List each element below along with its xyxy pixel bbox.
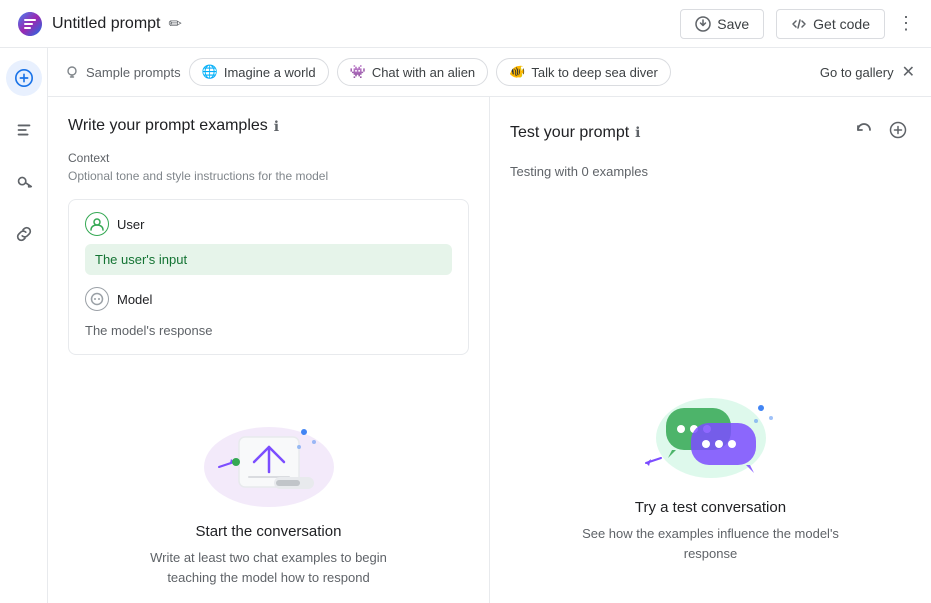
- right-panel-title-text: Test your prompt: [510, 124, 629, 142]
- right-panel-info-icon[interactable]: ℹ: [635, 124, 640, 141]
- go-to-gallery[interactable]: Go to gallery ✕: [820, 62, 915, 82]
- user-role-icon: [85, 212, 109, 236]
- chip-imagine-icon: 🌐: [202, 64, 218, 80]
- main-content: Sample prompts 🌐 Imagine a world 👾 Chat …: [48, 48, 931, 603]
- right-illustration: Try a test conversation See how the exam…: [510, 343, 911, 583]
- save-icon: [695, 16, 711, 32]
- chip-chat-alien[interactable]: 👾 Chat with an alien: [337, 58, 489, 86]
- add-circle-icon: [14, 68, 34, 88]
- left-panel-title: Write your prompt examples ℹ: [68, 117, 469, 135]
- link-icon: [14, 224, 34, 244]
- chip-alien-icon: 👾: [350, 64, 366, 80]
- chip-imagine-label: Imagine a world: [224, 65, 316, 80]
- code-icon: [791, 16, 807, 32]
- history-icon: [14, 120, 34, 140]
- context-label: Context: [68, 151, 469, 165]
- get-code-label: Get code: [813, 16, 870, 32]
- model-svg: [90, 292, 104, 306]
- right-panel: Test your prompt ℹ: [490, 97, 931, 603]
- app-logo: [16, 10, 44, 38]
- model-role-icon: [85, 287, 109, 311]
- example-card: User The user's input Model: [68, 199, 469, 355]
- right-panel-title: Test your prompt ℹ: [510, 124, 640, 142]
- add-circle-outline-icon: [889, 121, 907, 139]
- page-title: Untitled prompt: [52, 15, 161, 33]
- left-panel: Write your prompt examples ℹ Context Opt…: [48, 97, 490, 603]
- gallery-label: Go to gallery: [820, 65, 894, 80]
- right-panel-actions: [851, 117, 911, 148]
- prompt-bar: Sample prompts 🌐 Imagine a world 👾 Chat …: [48, 48, 931, 97]
- user-svg: [90, 217, 104, 231]
- model-role-row: Model: [85, 287, 452, 311]
- sample-prompts-text: Sample prompts: [86, 65, 181, 80]
- sidebar-item-keys[interactable]: [6, 164, 42, 200]
- left-illustration-title: Start the conversation: [196, 523, 342, 540]
- conversation-illustration: [189, 387, 349, 507]
- left-illustration-desc: Write at least two chat examples to begi…: [139, 548, 399, 587]
- bulb-icon: [64, 64, 80, 80]
- refresh-button[interactable]: [851, 117, 877, 148]
- app-layout: Sample prompts 🌐 Imagine a world 👾 Chat …: [0, 48, 931, 603]
- chat-illustration: [631, 363, 791, 483]
- testing-label: Testing with 0 examples: [510, 164, 911, 179]
- get-code-button[interactable]: Get code: [776, 9, 885, 39]
- chip-diver-icon: 🐠: [509, 64, 525, 80]
- chip-diver-label: Talk to deep sea diver: [531, 65, 657, 80]
- save-label: Save: [717, 16, 749, 32]
- right-illustration-title: Try a test conversation: [635, 499, 786, 516]
- panels: Write your prompt examples ℹ Context Opt…: [48, 97, 931, 603]
- left-panel-title-text: Write your prompt examples: [68, 117, 268, 135]
- close-gallery-icon[interactable]: ✕: [902, 62, 915, 82]
- header-left: Untitled prompt ✏: [16, 10, 182, 38]
- model-role-label: Model: [117, 292, 152, 307]
- save-button[interactable]: Save: [680, 9, 764, 39]
- context-hint: Optional tone and style instructions for…: [68, 169, 469, 183]
- left-panel-info-icon[interactable]: ℹ: [274, 118, 279, 135]
- left-illustration: Start the conversation Write at least tw…: [68, 367, 469, 603]
- more-options-button[interactable]: ⋮: [897, 13, 915, 34]
- sidebar-item-add[interactable]: [6, 60, 42, 96]
- chip-imagine-world[interactable]: 🌐 Imagine a world: [189, 58, 329, 86]
- add-test-button[interactable]: [885, 117, 911, 148]
- edit-icon[interactable]: ✏: [169, 14, 182, 34]
- context-section: Context Optional tone and style instruct…: [68, 151, 469, 183]
- user-role-label: User: [117, 217, 144, 232]
- right-panel-header: Test your prompt ℹ: [510, 117, 911, 148]
- sidebar-item-history[interactable]: [6, 112, 42, 148]
- chip-alien-label: Chat with an alien: [372, 65, 475, 80]
- chip-deep-sea-diver[interactable]: 🐠 Talk to deep sea diver: [496, 58, 671, 86]
- sidebar: [0, 48, 48, 603]
- sample-prompts-label: Sample prompts: [64, 64, 181, 80]
- user-input-display[interactable]: The user's input: [85, 244, 452, 275]
- header-right: Save Get code ⋮: [680, 9, 915, 39]
- header: Untitled prompt ✏ Save Get code ⋮: [0, 0, 931, 48]
- user-role-row: User: [85, 212, 452, 236]
- key-icon: [14, 172, 34, 192]
- right-illustration-desc: See how the examples influence the model…: [581, 524, 841, 563]
- refresh-icon: [855, 121, 873, 139]
- sidebar-item-links[interactable]: [6, 216, 42, 252]
- model-response-display[interactable]: The model's response: [85, 319, 452, 342]
